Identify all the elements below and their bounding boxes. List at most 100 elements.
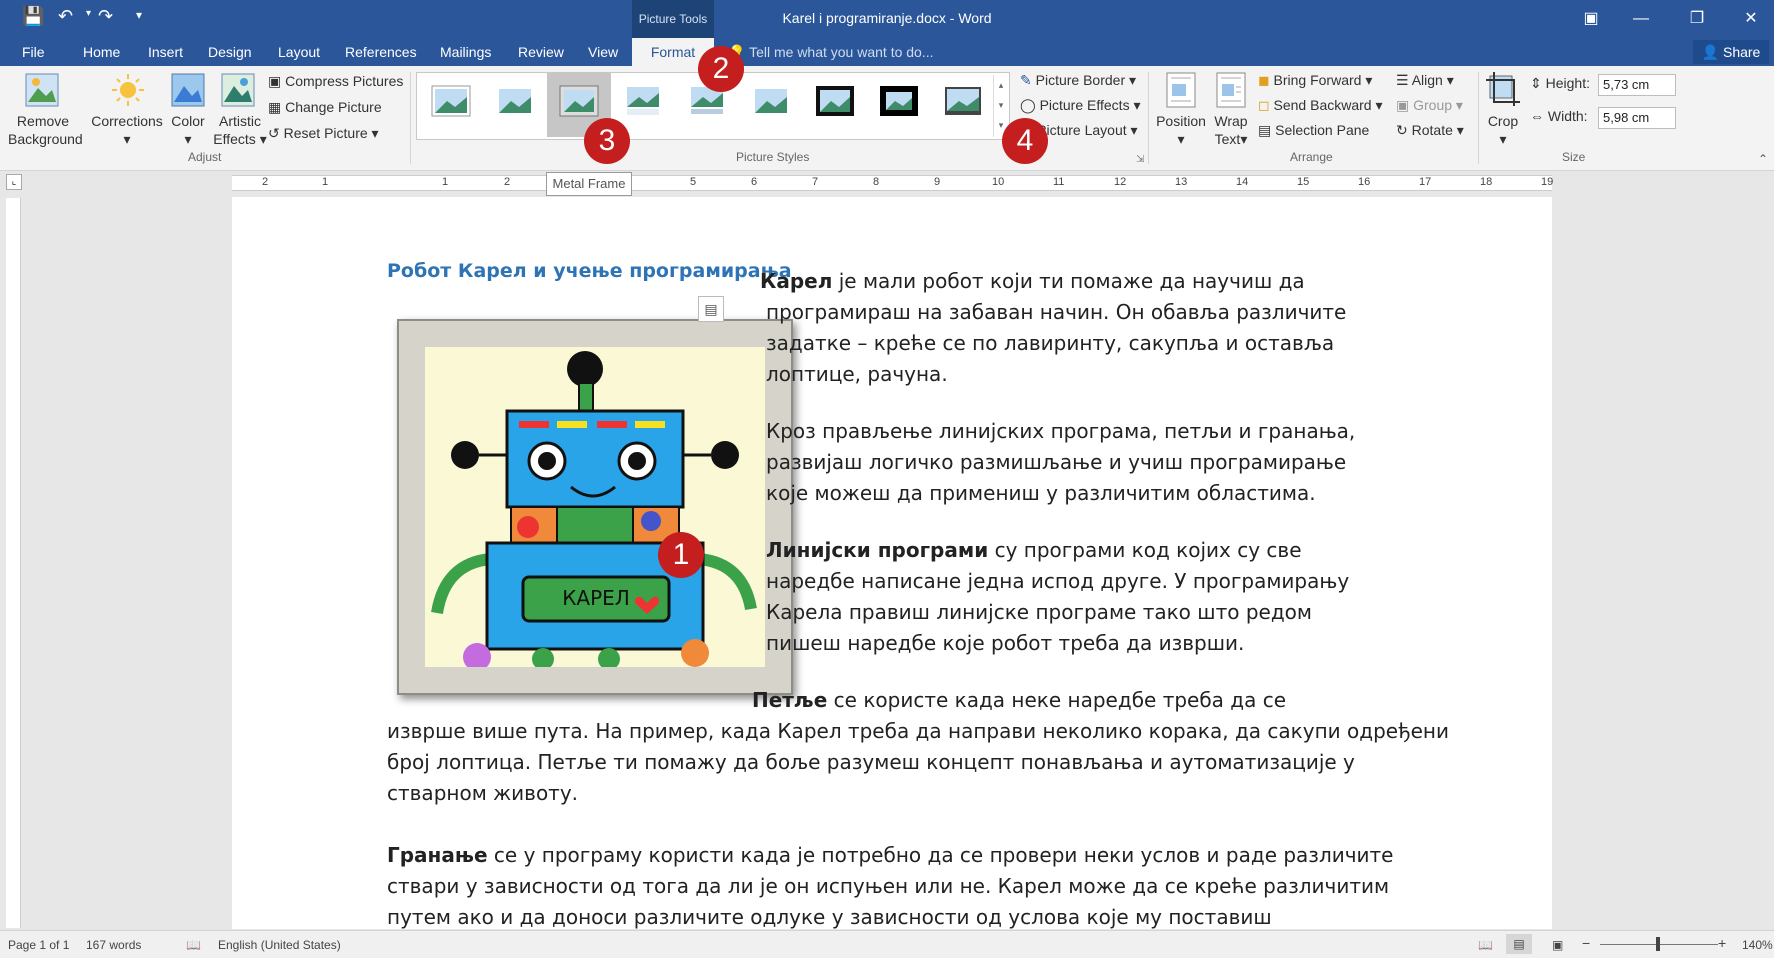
ruler-number: 11 [1053,176,1065,188]
paragraph-line: изврше више пута. На пример, када Карел … [387,719,1449,743]
send-backward-button[interactable]: ◻ Send Backward ▾ [1258,97,1383,114]
zoom-level[interactable]: 140% [1742,938,1773,952]
word-count[interactable]: 167 words [86,938,141,952]
position-icon [1166,72,1196,108]
style-thumb-simple-frame[interactable] [431,85,471,117]
paragraph-line: развијаш логичко размишљање и учиш прогр… [766,450,1347,474]
group-icon: ▣ [1396,97,1410,113]
rotate-icon: ↻ [1396,122,1408,138]
height-label: ⇕ Height: [1530,75,1590,91]
crop-button[interactable]: Crop ▾ [1482,112,1524,148]
print-layout-icon[interactable]: ▤ [1506,934,1532,954]
pen-icon: ✎ [1020,72,1032,88]
style-thumb-beveled[interactable] [495,85,535,117]
paragraph-line: задатке – креће се по лавиринту, сакупља… [766,331,1335,355]
align-icon: ☰ [1396,72,1409,88]
page-count[interactable]: Page 1 of 1 [8,938,69,952]
paragraph-linear-line: Линијски програми су програми код којих … [766,538,1302,562]
zoom-slider-thumb[interactable] [1656,937,1660,951]
callout-4: 4 [1002,118,1048,164]
collapse-ribbon-icon[interactable]: ⌃ [1758,152,1768,166]
style-thumb-black-frame[interactable] [815,85,855,117]
wrap-text-button[interactable]: Wrap Text▾ [1206,112,1256,148]
language[interactable]: English (United States) [218,938,341,952]
ruler-number: 1 [322,176,329,188]
callout-2: 2 [698,46,744,92]
bring-forward-button[interactable]: ◼ Bring Forward ▾ [1258,72,1372,89]
tab-layout[interactable]: Layout [278,44,320,60]
style-thumb-rounded-shadow[interactable] [943,85,983,117]
ruler-number: 13 [1175,176,1188,188]
picture-border-button[interactable]: ✎ Picture Border ▾ [1020,72,1136,89]
minimize-button[interactable]: — [1618,6,1664,32]
document-page[interactable]: Робот Карел и учење програмирања КАРЕЛ ▤… [232,197,1552,929]
align-button[interactable]: ☰ Align ▾ [1396,72,1454,89]
paragraph-loops-line: Петље се користе када неке наредбе треба… [752,688,1287,712]
reset-picture-button[interactable]: ↺ Reset Picture ▾ [268,125,379,142]
color-button[interactable]: Color ▾ [166,112,210,148]
ribbon-display-options-icon[interactable]: ▣ [1568,6,1614,32]
tab-design[interactable]: Design [208,44,252,60]
selection-pane-icon: ▤ [1258,122,1272,138]
paragraph-karel-line: Карел је мали робот који ти помаже да на… [760,269,1305,293]
share-button[interactable]: 👤 Share [1693,40,1769,64]
dialog-launcher-icon[interactable]: ⇲ [1136,154,1144,165]
tab-file[interactable]: File [22,44,45,60]
height-input[interactable]: 5,73 cm [1598,74,1676,96]
ruler-number: 15 [1297,176,1310,188]
remove-background-button[interactable]: Remove Background [8,112,83,148]
tab-view[interactable]: View [588,44,618,60]
robot-picture[interactable]: КАРЕЛ [397,319,793,695]
paragraph-line: које можеш да примениш у различитим обла… [766,481,1316,505]
size-group-label: Size [1562,150,1586,164]
width-icon: ⇔ [1530,108,1544,124]
title-bar: 💾 ↶ ▾ ↷ ▾ Picture Tools Karel i programi… [0,0,1774,38]
ruler-number: 9 [934,176,941,188]
ruler-number: 7 [812,176,819,188]
horizontal-ruler[interactable]: 2 1 1 2 5 6 7 8 9 10 11 12 13 14 15 16 1… [232,175,1553,191]
style-thumb-shadow[interactable] [751,85,791,117]
paragraph-line: наредбе написане једна испод друге. У пр… [766,569,1350,593]
window-title: Karel i programiranje.docx - Word [782,10,992,26]
paragraph-line: програмираш на забаван начин. Он обавља … [766,300,1347,324]
vertical-ruler[interactable] [6,198,21,928]
width-input[interactable]: 5,98 cm [1598,107,1676,129]
tab-references[interactable]: References [345,44,417,60]
arrange-group-label: Arrange [1290,150,1333,164]
zoom-out-icon[interactable]: − [1582,935,1590,951]
ruler-number: 12 [1114,176,1127,188]
group-button[interactable]: ▣ Group ▾ [1396,97,1463,114]
tab-review[interactable]: Review [518,44,564,60]
ruler-number: 2 [262,176,269,188]
tab-mailings[interactable]: Mailings [440,44,491,60]
tab-selector[interactable]: ⌞ [6,174,22,190]
tab-home[interactable]: Home [83,44,120,60]
ruler-number: 14 [1236,176,1249,188]
status-bar: Page 1 of 1 167 words 📖 English (United … [0,930,1774,958]
paragraph-line: ствари у зависности од тога да ли је он … [387,874,1390,898]
proofing-icon[interactable]: 📖 [186,938,201,952]
style-thumb-thick-black[interactable] [879,85,919,117]
paragraph-line: лоптице, рачуна. [766,362,948,386]
selection-pane-button[interactable]: ▤ Selection Pane [1258,122,1369,139]
compress-pictures-button[interactable]: ▣ Compress Pictures [268,73,403,90]
effects-icon: ◯ [1020,97,1036,113]
style-thumb-reflected[interactable] [623,85,663,117]
artistic-effects-button[interactable]: Artistic Effects ▾ [212,112,268,148]
change-picture-button[interactable]: ▦ Change Picture [268,99,382,116]
style-thumb-metal-frame[interactable] [559,85,599,117]
web-layout-icon[interactable]: ▣ [1552,938,1563,952]
zoom-in-icon[interactable]: + [1718,935,1726,951]
picture-effects-button[interactable]: ◯ Picture Effects ▾ [1020,97,1141,114]
position-button[interactable]: Position ▾ [1154,112,1208,148]
tab-insert[interactable]: Insert [148,44,183,60]
ruler-number: 10 [992,176,1005,188]
corrections-button[interactable]: Corrections ▾ [90,112,164,148]
restore-button[interactable]: ❐ [1674,6,1720,32]
tell-me-search[interactable]: 💡 Tell me what you want to do... [728,44,934,61]
layout-options-icon[interactable]: ▤ [698,296,724,322]
rotate-button[interactable]: ↻ Rotate ▾ [1396,122,1464,139]
close-button[interactable]: ✕ [1728,6,1774,32]
read-mode-icon[interactable]: 📖 [1478,938,1493,952]
callout-3: 3 [584,118,630,164]
